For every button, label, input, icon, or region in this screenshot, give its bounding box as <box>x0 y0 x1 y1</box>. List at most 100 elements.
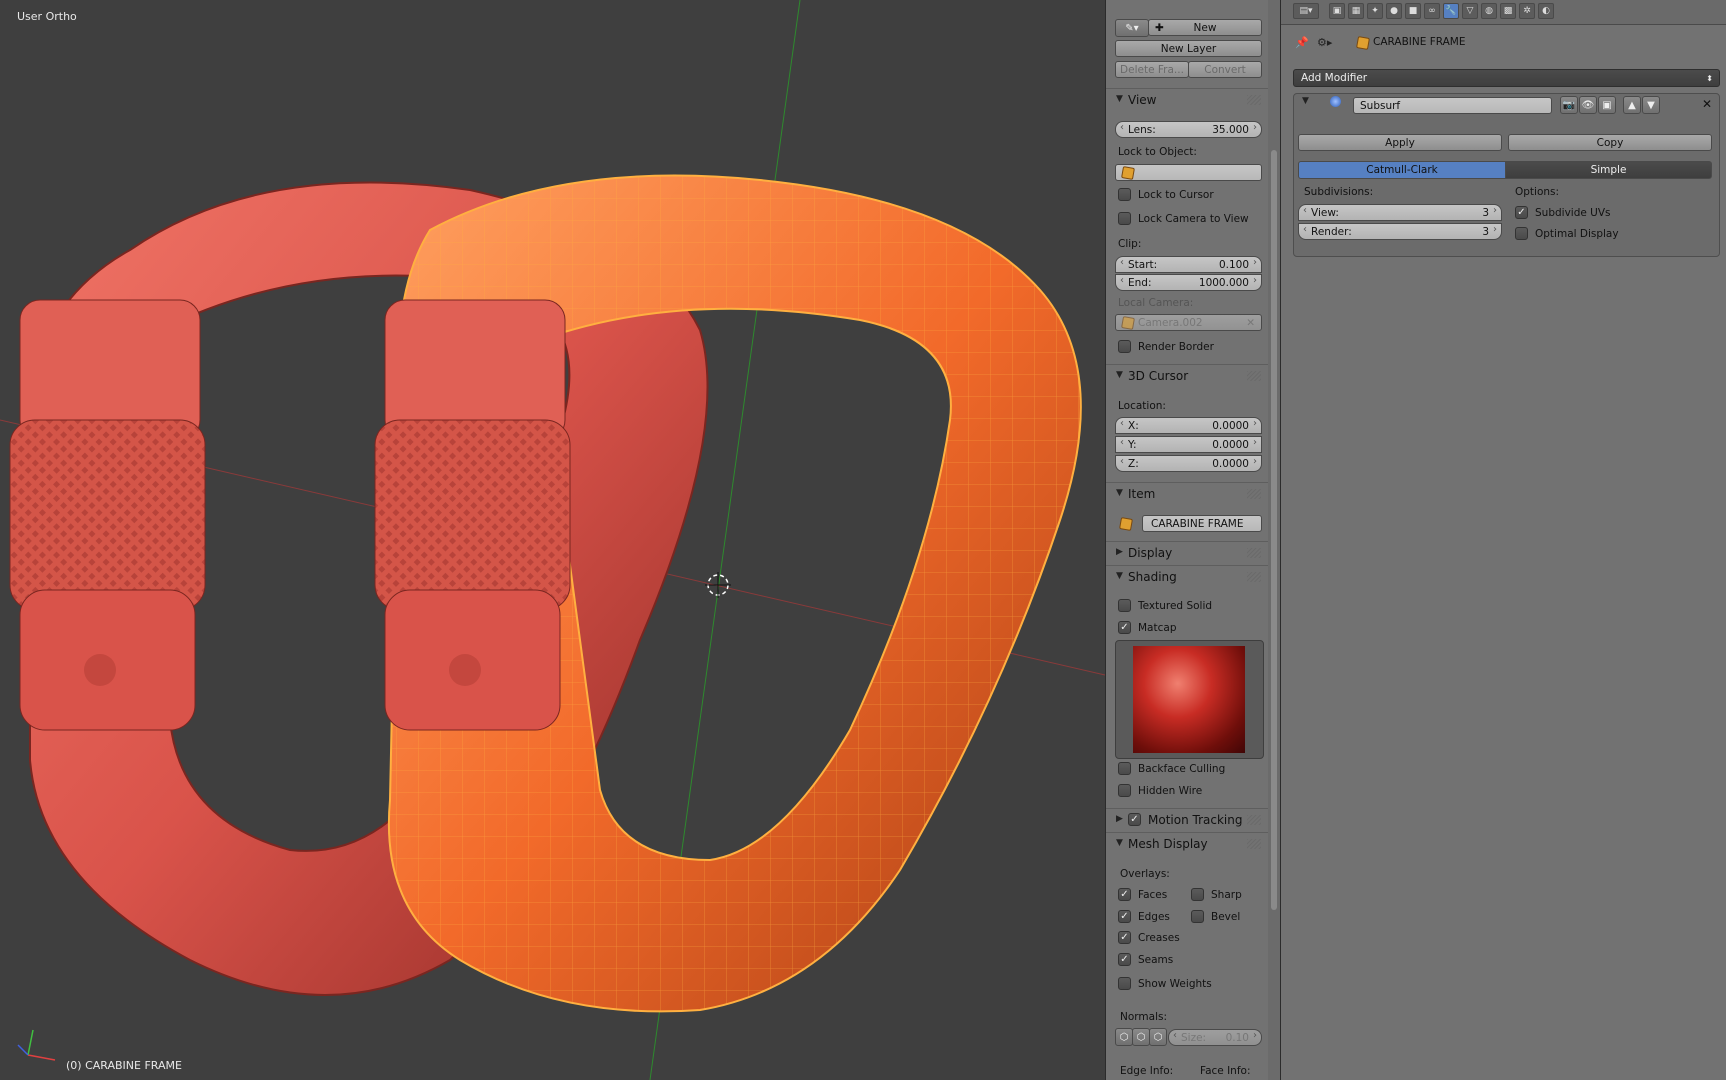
editmode-icon[interactable]: ▣ <box>1598 96 1616 114</box>
item-panel-header[interactable]: ▼ Item <box>1106 482 1269 504</box>
3d-viewport[interactable]: User Ortho (0) CARABINE FRAME <box>0 0 1105 1080</box>
normals-size-field[interactable]: Size:0.10 <box>1168 1029 1262 1046</box>
pencil-icon[interactable]: ✎▾ <box>1115 19 1149 37</box>
lock-camera-checkbox[interactable] <box>1118 212 1131 225</box>
physics-icon[interactable]: ◐ <box>1538 3 1554 19</box>
seams-label: Seams <box>1138 954 1174 966</box>
faces-checkbox[interactable]: ✓ <box>1118 888 1131 901</box>
material-icon[interactable]: ◍ <box>1481 3 1497 19</box>
display-panel-header[interactable]: ▶ Display <box>1106 541 1269 563</box>
apply-button[interactable]: Apply <box>1298 134 1502 151</box>
scrollbar-thumb[interactable] <box>1271 150 1277 910</box>
edges-label: Edges <box>1138 911 1170 923</box>
drag-grip-icon[interactable] <box>1247 489 1261 499</box>
orange-carabiner-sleeve <box>374 299 571 731</box>
motion-tracking-panel-header[interactable]: ▶ ✓ Motion Tracking <box>1106 808 1269 830</box>
mesh-display-panel-header[interactable]: ▼ Mesh Display <box>1106 832 1269 854</box>
editor-type-icon[interactable]: ▤▾ <box>1293 3 1319 19</box>
scene-icon[interactable]: ✦ <box>1367 3 1383 19</box>
show-weights-checkbox[interactable] <box>1118 977 1131 990</box>
vertex-normals-icon[interactable]: ⬡ <box>1115 1028 1133 1046</box>
hidden-wire-label: Hidden Wire <box>1138 785 1203 797</box>
data-icon[interactable]: ▽ <box>1462 3 1478 19</box>
matcap-preview[interactable] <box>1115 640 1264 759</box>
new-button[interactable]: ✚ New <box>1148 19 1262 36</box>
viewport-visibility-icon[interactable]: 👁 <box>1579 96 1597 114</box>
camera-object-icon <box>1121 315 1135 330</box>
particles-icon[interactable]: ✲ <box>1519 3 1535 19</box>
copy-button[interactable]: Copy <box>1508 134 1712 151</box>
render-layers-icon[interactable]: ▦ <box>1348 3 1364 19</box>
matcap-checkbox[interactable]: ✓ <box>1118 621 1131 634</box>
new-layer-button[interactable]: New Layer <box>1115 40 1262 57</box>
bevel-checkbox[interactable] <box>1191 910 1204 923</box>
subdivide-uvs-checkbox[interactable]: ✓ <box>1515 206 1528 219</box>
collapse-icon: ▼ <box>1116 571 1123 581</box>
move-down-icon[interactable]: ▼ <box>1642 96 1660 114</box>
face-normals-icon[interactable]: ⬡ <box>1149 1028 1167 1046</box>
3d-cursor-panel-header[interactable]: ▼ 3D Cursor <box>1106 364 1269 386</box>
add-modifier-dropdown[interactable]: Add Modifier ⬍ <box>1293 69 1720 87</box>
texture-icon[interactable]: ▩ <box>1500 3 1516 19</box>
view-panel-header[interactable]: ▼ View <box>1106 88 1269 110</box>
sharp-checkbox[interactable] <box>1191 888 1204 901</box>
cursor-y-field[interactable]: Y:0.0000 <box>1115 436 1262 453</box>
local-camera-field[interactable]: Camera.002 ✕ <box>1115 314 1262 331</box>
render-toggle-icon[interactable]: 📷 <box>1560 96 1578 114</box>
drag-grip-icon[interactable] <box>1247 839 1261 849</box>
subdivide-uvs-label: Subdivide UVs <box>1535 207 1611 219</box>
pin-icon[interactable]: 📌 <box>1295 36 1309 49</box>
drag-grip-icon[interactable] <box>1247 371 1261 381</box>
object-icon[interactable]: ■ <box>1405 3 1421 19</box>
modifier-name-field[interactable]: Subsurf <box>1353 97 1552 114</box>
backface-culling-checkbox[interactable] <box>1118 762 1131 775</box>
render-icon[interactable]: ▣ <box>1329 3 1345 19</box>
split-normals-icon[interactable]: ⬡ <box>1132 1028 1150 1046</box>
face-info-label: Face Info: <box>1200 1065 1251 1077</box>
drag-grip-icon[interactable] <box>1247 815 1261 825</box>
creases-checkbox[interactable]: ✓ <box>1118 931 1131 944</box>
lock-to-cursor-checkbox[interactable] <box>1118 188 1131 201</box>
cursor-z-field[interactable]: Z:0.0000 <box>1115 455 1262 472</box>
clip-end-field[interactable]: End:1000.000 <box>1115 274 1262 291</box>
lock-camera-label: Lock Camera to View <box>1138 213 1249 225</box>
convert-button[interactable]: Convert <box>1188 61 1262 78</box>
lens-field[interactable]: Lens:35.000 <box>1115 121 1262 138</box>
seams-checkbox[interactable]: ✓ <box>1118 953 1131 966</box>
view-levels-field[interactable]: View:3 <box>1298 204 1502 221</box>
collapse-icon: ▼ <box>1116 488 1123 498</box>
simple-option[interactable]: Simple <box>1505 161 1712 179</box>
matcap-sphere-image <box>1133 646 1245 753</box>
collapse-icon[interactable]: ▼ <box>1302 96 1309 106</box>
drag-grip-icon[interactable] <box>1247 572 1261 582</box>
catmull-clark-option[interactable]: Catmull-Clark <box>1298 161 1506 179</box>
world-icon[interactable]: ● <box>1386 3 1402 19</box>
hidden-wire-checkbox[interactable] <box>1118 784 1131 797</box>
clip-start-field[interactable]: Start:0.100 <box>1115 256 1262 273</box>
motion-tracking-checkbox[interactable]: ✓ <box>1128 813 1141 826</box>
lock-to-cursor-label: Lock to Cursor <box>1138 189 1214 201</box>
render-border-checkbox[interactable] <box>1118 340 1131 353</box>
viewport-scene[interactable] <box>0 0 1105 1080</box>
clear-icon[interactable]: ✕ <box>1246 317 1255 329</box>
n-panel-scrollbar[interactable] <box>1268 0 1280 1080</box>
render-levels-field[interactable]: Render:3 <box>1298 223 1502 240</box>
modifiers-icon[interactable]: 🔧 <box>1443 3 1459 19</box>
remove-modifier-icon[interactable]: ✕ <box>1702 97 1712 111</box>
updown-arrow-icon: ⬍ <box>1706 73 1713 83</box>
constraints-icon[interactable]: ∞ <box>1424 3 1440 19</box>
lock-object-field[interactable] <box>1115 164 1262 181</box>
bevel-label: Bevel <box>1211 911 1241 923</box>
move-up-icon[interactable]: ▲ <box>1623 96 1641 114</box>
3d-cursor[interactable] <box>705 572 731 598</box>
delete-frame-button[interactable]: Delete Fra... <box>1115 61 1189 78</box>
subsurf-icon <box>1330 96 1341 107</box>
textured-solid-checkbox[interactable] <box>1118 599 1131 612</box>
drag-grip-icon[interactable] <box>1247 95 1261 105</box>
drag-grip-icon[interactable] <box>1247 548 1261 558</box>
shading-panel-header[interactable]: ▼ Shading <box>1106 565 1269 587</box>
cursor-x-field[interactable]: X:0.0000 <box>1115 417 1262 434</box>
item-name-field[interactable]: CARABINE FRAME <box>1142 515 1262 532</box>
optimal-display-checkbox[interactable] <box>1515 227 1528 240</box>
edges-checkbox[interactable]: ✓ <box>1118 910 1131 923</box>
